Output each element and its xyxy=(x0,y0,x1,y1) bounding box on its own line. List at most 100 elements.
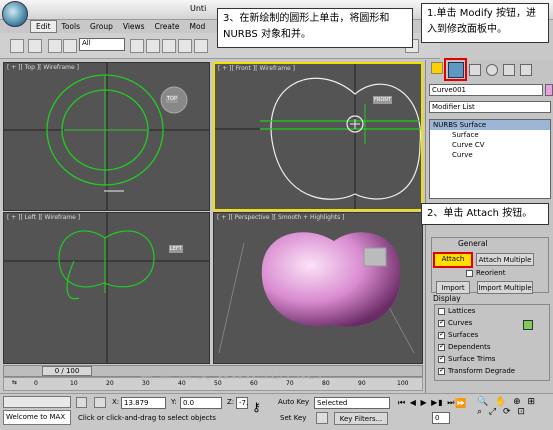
attach-button[interactable]: Attach xyxy=(433,252,473,268)
object-name-field[interactable]: Curve001 xyxy=(429,84,543,96)
hierarchy-tab-icon[interactable] xyxy=(469,64,481,76)
select-by-name-icon[interactable] xyxy=(146,39,160,53)
transform-degrade-label: Transform Degrade xyxy=(448,367,516,375)
callout-attach: 2、单击 Attach 按钮。 xyxy=(421,203,549,225)
status-prompt: Click or click-and-drag to select object… xyxy=(78,414,216,422)
modify-highlight-box xyxy=(444,58,467,81)
surface-trims-label: Surface Trims xyxy=(448,355,496,363)
display-item-curves[interactable]: Curves xyxy=(438,318,473,327)
stack-item-curve-cv[interactable]: Curve CV xyxy=(430,140,550,150)
create-tab-icon[interactable] xyxy=(431,62,443,74)
curves-label: Curves xyxy=(448,319,473,327)
x-coordinate-field[interactable]: 13.879 xyxy=(121,397,166,409)
utilities-tab-icon[interactable] xyxy=(520,64,532,76)
menu-modifiers[interactable]: Mod xyxy=(185,21,211,32)
modifier-list-dropdown[interactable]: Modifier List xyxy=(429,101,551,113)
curves-checkbox[interactable] xyxy=(438,318,445,327)
reorient-label: Reorient xyxy=(476,269,506,277)
surfaces-checkbox[interactable] xyxy=(438,330,445,339)
surfaces-label: Surfaces xyxy=(448,331,479,339)
playback-controls[interactable]: ⏮ ◀ ▶ ▶▮ ⏭ xyxy=(398,398,455,408)
left-view-graphics xyxy=(4,213,209,363)
redo-icon[interactable] xyxy=(28,39,42,53)
playback-extra-icon[interactable]: ⏩ xyxy=(455,399,466,409)
menu-group[interactable]: Group xyxy=(85,21,118,32)
selection-filter-dropdown[interactable]: All xyxy=(79,38,125,51)
link-icon[interactable] xyxy=(48,39,62,53)
menu-edit[interactable]: Edit xyxy=(30,20,57,33)
undo-icon[interactable] xyxy=(10,39,24,53)
object-color-swatch[interactable] xyxy=(545,84,553,96)
lock-selection-icon[interactable] xyxy=(76,397,87,408)
absolute-mode-icon[interactable] xyxy=(94,397,106,408)
key-mode-dropdown[interactable]: Selected xyxy=(314,397,390,409)
tick-20: 20 xyxy=(106,380,114,387)
viewcube-front[interactable]: FRONT xyxy=(373,96,393,104)
key-filters-button[interactable]: Key Filters... xyxy=(334,412,388,425)
menu-create[interactable]: Create xyxy=(150,21,185,32)
select-icon[interactable] xyxy=(130,39,144,53)
viewcube-left[interactable]: LEFT xyxy=(169,245,183,253)
current-frame-field[interactable]: 0 xyxy=(432,412,450,424)
stack-item-curve[interactable]: Curve xyxy=(430,150,550,160)
welcome-text: Welcome to MAX xyxy=(3,410,71,425)
set-key-button[interactable]: Set Key xyxy=(280,414,306,422)
attach-multiple-button[interactable]: Attach Multiple xyxy=(476,253,534,266)
display-item-surfaces[interactable]: Surfaces xyxy=(438,330,479,339)
viewport-left[interactable]: [ + ][ Left ][ Wireframe ] LEFT xyxy=(3,212,210,364)
menu-views[interactable]: Views xyxy=(118,21,150,32)
menu-tools[interactable]: Tools xyxy=(57,21,85,32)
maxscript-listener[interactable] xyxy=(3,396,71,408)
callout-modify: 1.单击 Modify 按钮，进入到修改面板中。 xyxy=(421,3,549,43)
viewport-front[interactable]: [ + ][ Front ][ Wireframe ] FRONT xyxy=(213,62,423,211)
motion-tab-icon[interactable] xyxy=(486,64,498,76)
display-item-lattices[interactable]: Lattices xyxy=(438,307,475,315)
lattices-checkbox[interactable] xyxy=(438,307,445,315)
x-label: X: xyxy=(112,398,120,406)
transform-degrade-checkbox[interactable] xyxy=(438,366,445,375)
tick-90: 90 xyxy=(358,380,366,387)
y-label: Y: xyxy=(171,398,177,406)
unlink-icon[interactable] xyxy=(63,39,77,53)
key-icon[interactable]: ⚷ xyxy=(252,400,261,414)
app-logo-icon[interactable] xyxy=(2,1,28,27)
stack-item-nurbs[interactable]: NURBS Surface xyxy=(430,120,550,130)
window-crossing-icon[interactable] xyxy=(178,39,192,53)
viewport-top[interactable]: [ + ][ Top ][ Wireframe ] TOP xyxy=(3,62,210,211)
stack-item-surface[interactable]: Surface xyxy=(430,130,550,140)
front-view-graphics xyxy=(215,64,421,209)
tick-10: 10 xyxy=(70,380,78,387)
viewport-perspective[interactable]: [ + ][ Perspective ][ Smooth + Highlight… xyxy=(213,212,423,364)
reorient-checkbox[interactable]: Reorient xyxy=(466,269,505,277)
perspective-view-graphics xyxy=(218,232,415,354)
default-in-out-icon[interactable] xyxy=(316,412,328,424)
viewcube-top[interactable]: TOP xyxy=(166,95,179,103)
nurbs-toolbox-icon[interactable] xyxy=(523,320,533,330)
dependents-checkbox[interactable] xyxy=(438,342,445,351)
display-item-transform-degrade[interactable]: Transform Degrade xyxy=(438,366,516,375)
region-select-icon[interactable] xyxy=(162,39,176,53)
callout-click-circle: 3、在新绘制的圆形上单击，将圆形和 NURBS 对象和并。 xyxy=(217,8,413,48)
z-label: Z: xyxy=(227,398,235,406)
reorient-check-box[interactable] xyxy=(466,269,473,277)
display-item-surface-trims[interactable]: Surface Trims xyxy=(438,354,496,363)
watermark: 翻 新 图 文 WWW.TLTI.NET xyxy=(140,368,325,383)
move-icon[interactable] xyxy=(194,39,208,53)
display-item-dependents[interactable]: Dependents xyxy=(438,342,491,351)
surface-trims-checkbox[interactable] xyxy=(438,354,445,363)
dependents-label: Dependents xyxy=(448,343,491,351)
track-icon[interactable]: ⇆ xyxy=(12,379,17,386)
top-view-graphics xyxy=(4,63,209,210)
display-tab-icon[interactable] xyxy=(503,64,515,76)
tick-100: 100 xyxy=(397,380,409,387)
y-coordinate-field[interactable]: 0.0 xyxy=(180,397,222,409)
time-slider-thumb[interactable]: 0 / 100 xyxy=(42,366,92,376)
viewport-navigation-controls[interactable]: 🔍 ✋ ⊕ ⊞ ⌕ ⤢ ⟳ ⊡ xyxy=(477,397,549,425)
menu-bar: Edit Tools Group Views Create Mod xyxy=(30,20,220,33)
z-coordinate-field[interactable]: -7. xyxy=(236,397,248,409)
import-multiple-button[interactable]: Import Multiple xyxy=(477,281,533,294)
import-button[interactable]: Import xyxy=(436,281,470,294)
tick-0: 0 xyxy=(34,380,38,387)
window-title: Unti xyxy=(190,4,207,13)
auto-key-button[interactable]: Auto Key xyxy=(278,398,309,406)
